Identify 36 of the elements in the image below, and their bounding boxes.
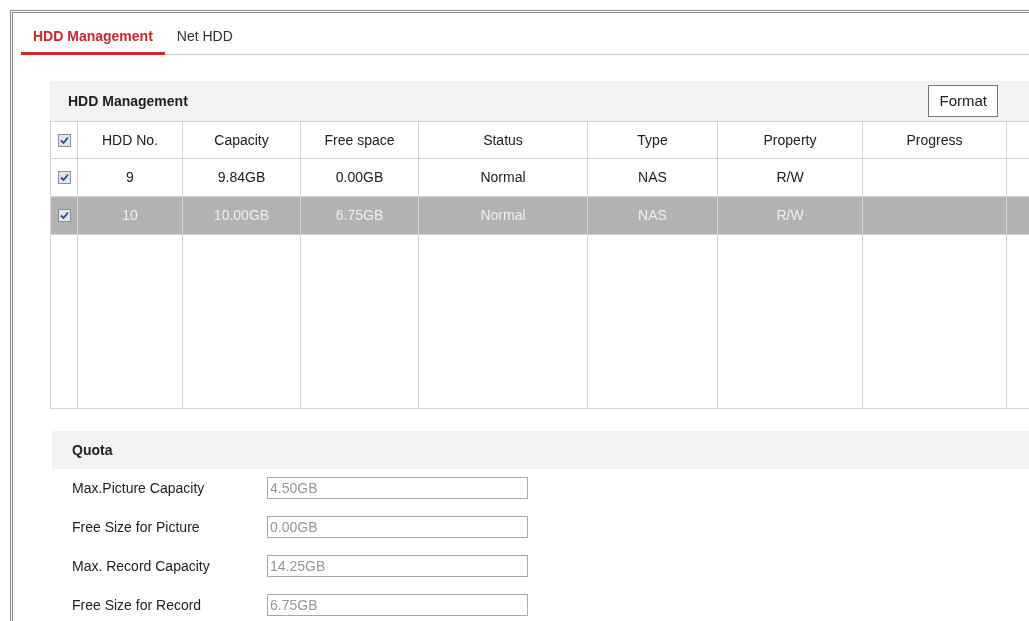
table-cell-text: 9.84GB [217,168,266,187]
check-icon [59,211,69,220]
column-header: Progress [906,130,963,150]
table-cell-text: 10 [122,206,138,225]
table-cell-text: R/W [776,168,804,187]
check-icon [59,135,69,145]
table-cell-text: 0.00GB [335,168,384,187]
column-header: Status [483,130,523,150]
column-header: HDD No. [102,130,158,150]
field-label: Free Size for Picture [72,517,201,537]
table-cell-text: NAS [638,168,667,187]
column-header: Free space [324,130,395,150]
column-header: Capacity [214,130,269,150]
field-label: Free Size for Record [72,595,203,615]
table-cell-text: Normal [480,168,526,187]
column-header: Type [637,130,668,150]
table-cell-text: 10.00GB [213,206,270,225]
field-label: Max. Record Capacity [72,556,211,576]
checkbox[interactable] [57,171,71,184]
table-row[interactable]: 9 9.84GB 0.00GB Normal NAS R/W [51,159,1029,197]
table-row[interactable]: 10 10.00GB 6.75GB Normal NAS R/W [51,197,1029,235]
check-icon [59,173,69,182]
table-cell-text: 6.75GB [335,206,384,225]
checkbox[interactable] [57,209,71,222]
field-label: Max.Picture Capacity [72,478,206,498]
table-cell-text: NAS [638,206,667,225]
section-title: Quota [72,440,113,460]
panel-title: HDD Management [68,91,188,111]
tab[interactable]: Net HDD [164,20,245,55]
table-cell-text: Normal [480,206,526,225]
table-cell-text: R/W [776,206,804,225]
tab[interactable]: HDD Management [21,20,165,55]
format-button[interactable]: Format [928,85,998,117]
column-header: Property [763,130,817,150]
checkbox[interactable] [57,133,71,147]
table-cell-text: 9 [126,168,134,187]
